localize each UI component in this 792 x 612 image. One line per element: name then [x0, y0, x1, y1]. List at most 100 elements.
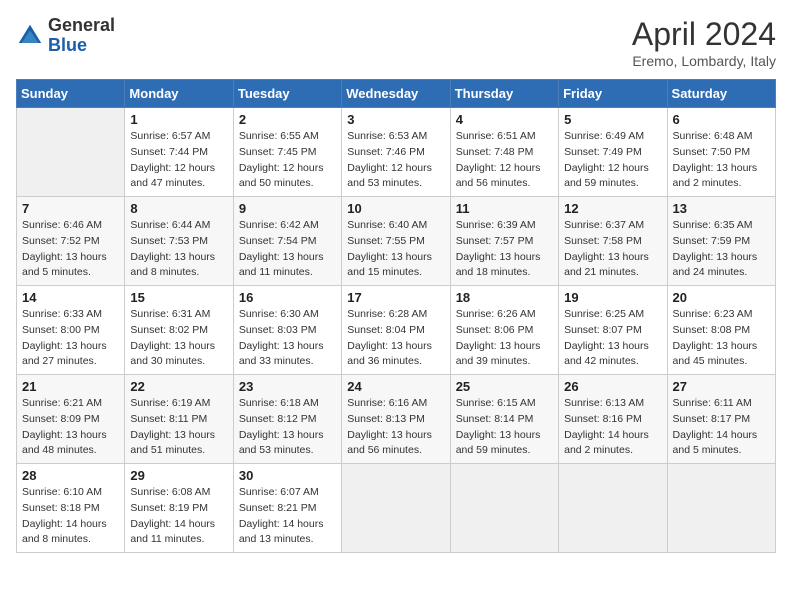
day-number: 20 [673, 290, 770, 305]
week-row-5: 28 Sunrise: 6:10 AM Sunset: 8:18 PM Dayli… [17, 464, 776, 553]
day-info: Sunrise: 6:40 AM Sunset: 7:55 PM Dayligh… [347, 218, 444, 281]
calendar-cell: 2 Sunrise: 6:55 AM Sunset: 7:45 PM Daylig… [233, 108, 341, 197]
calendar-cell: 1Sunrise: 6:57 AM Sunset: 7:44 PM Daylig… [125, 108, 233, 197]
week-row-4: 21 Sunrise: 6:21 AM Sunset: 8:09 PM Dayli… [17, 375, 776, 464]
day-number: 3 [347, 112, 444, 127]
day-info: Sunrise: 6:28 AM Sunset: 8:04 PM Dayligh… [347, 307, 444, 370]
day-info: Sunrise: 6:10 AM Sunset: 8:18 PM Dayligh… [22, 485, 119, 548]
calendar-cell: 8 Sunrise: 6:44 AM Sunset: 7:53 PM Daylig… [125, 197, 233, 286]
day-number: 30 [239, 468, 336, 483]
calendar-cell: 14Sunrise: 6:33 AM Sunset: 8:00 PM Dayli… [17, 286, 125, 375]
day-info: Sunrise: 6:08 AM Sunset: 8:19 PM Dayligh… [130, 485, 227, 548]
calendar-cell: 26 Sunrise: 6:13 AM Sunset: 8:16 PM Dayli… [559, 375, 667, 464]
day-info: Sunrise: 6:31 AM Sunset: 8:02 PM Dayligh… [130, 307, 227, 370]
week-row-1: 1Sunrise: 6:57 AM Sunset: 7:44 PM Daylig… [17, 108, 776, 197]
calendar-cell [559, 464, 667, 553]
logo-text: General Blue [48, 16, 115, 56]
day-number: 25 [456, 379, 553, 394]
day-number: 23 [239, 379, 336, 394]
calendar-cell [450, 464, 558, 553]
day-number: 18 [456, 290, 553, 305]
day-info: Sunrise: 6:30 AM Sunset: 8:03 PM Dayligh… [239, 307, 336, 370]
calendar-cell: 13 Sunrise: 6:35 AM Sunset: 7:59 PM Dayli… [667, 197, 775, 286]
day-number: 8 [130, 201, 227, 216]
calendar-cell: 18Sunrise: 6:26 AM Sunset: 8:06 PM Dayli… [450, 286, 558, 375]
day-info: Sunrise: 6:37 AM Sunset: 7:58 PM Dayligh… [564, 218, 661, 281]
calendar-cell: 12 Sunrise: 6:37 AM Sunset: 7:58 PM Dayli… [559, 197, 667, 286]
day-number: 11 [456, 201, 553, 216]
day-number: 13 [673, 201, 770, 216]
title-block: April 2024 Eremo, Lombardy, Italy [632, 16, 776, 69]
weekday-header-tuesday: Tuesday [233, 80, 341, 108]
day-info: Sunrise: 6:49 AM Sunset: 7:49 PM Dayligh… [564, 129, 661, 192]
day-info: Sunrise: 6:21 AM Sunset: 8:09 PM Dayligh… [22, 396, 119, 459]
calendar-cell: 20 Sunrise: 6:23 AM Sunset: 8:08 PM Dayli… [667, 286, 775, 375]
day-info: Sunrise: 6:23 AM Sunset: 8:08 PM Dayligh… [673, 307, 770, 370]
month-title: April 2024 [632, 16, 776, 53]
calendar-cell: 3 Sunrise: 6:53 AM Sunset: 7:46 PM Daylig… [342, 108, 450, 197]
day-number: 21 [22, 379, 119, 394]
calendar-cell: 29Sunrise: 6:08 AM Sunset: 8:19 PM Dayli… [125, 464, 233, 553]
day-number: 10 [347, 201, 444, 216]
day-number: 26 [564, 379, 661, 394]
calendar-cell [667, 464, 775, 553]
day-number: 19 [564, 290, 661, 305]
week-row-3: 14Sunrise: 6:33 AM Sunset: 8:00 PM Dayli… [17, 286, 776, 375]
day-number: 12 [564, 201, 661, 216]
calendar-cell: 5 Sunrise: 6:49 AM Sunset: 7:49 PM Daylig… [559, 108, 667, 197]
day-number: 24 [347, 379, 444, 394]
logo-icon [16, 22, 44, 50]
week-row-2: 7 Sunrise: 6:46 AM Sunset: 7:52 PM Daylig… [17, 197, 776, 286]
day-info: Sunrise: 6:35 AM Sunset: 7:59 PM Dayligh… [673, 218, 770, 281]
weekday-header-row: SundayMondayTuesdayWednesdayThursdayFrid… [17, 80, 776, 108]
day-info: Sunrise: 6:48 AM Sunset: 7:50 PM Dayligh… [673, 129, 770, 192]
calendar-cell [17, 108, 125, 197]
day-info: Sunrise: 6:53 AM Sunset: 7:46 PM Dayligh… [347, 129, 444, 192]
day-info: Sunrise: 6:19 AM Sunset: 8:11 PM Dayligh… [130, 396, 227, 459]
page-header: General Blue April 2024 Eremo, Lombardy,… [16, 16, 776, 69]
calendar-cell: 19 Sunrise: 6:25 AM Sunset: 8:07 PM Dayli… [559, 286, 667, 375]
day-info: Sunrise: 6:15 AM Sunset: 8:14 PM Dayligh… [456, 396, 553, 459]
day-number: 5 [564, 112, 661, 127]
day-info: Sunrise: 6:25 AM Sunset: 8:07 PM Dayligh… [564, 307, 661, 370]
day-number: 27 [673, 379, 770, 394]
day-info: Sunrise: 6:33 AM Sunset: 8:00 PM Dayligh… [22, 307, 119, 370]
day-number: 16 [239, 290, 336, 305]
day-info: Sunrise: 6:16 AM Sunset: 8:13 PM Dayligh… [347, 396, 444, 459]
day-number: 22 [130, 379, 227, 394]
day-info: Sunrise: 6:07 AM Sunset: 8:21 PM Dayligh… [239, 485, 336, 548]
day-number: 2 [239, 112, 336, 127]
day-number: 9 [239, 201, 336, 216]
day-number: 28 [22, 468, 119, 483]
day-number: 7 [22, 201, 119, 216]
weekday-header-friday: Friday [559, 80, 667, 108]
calendar-cell: 4 Sunrise: 6:51 AM Sunset: 7:48 PM Daylig… [450, 108, 558, 197]
logo-general-text: General [48, 16, 115, 36]
weekday-header-wednesday: Wednesday [342, 80, 450, 108]
day-info: Sunrise: 6:55 AM Sunset: 7:45 PM Dayligh… [239, 129, 336, 192]
calendar-cell: 17 Sunrise: 6:28 AM Sunset: 8:04 PM Dayli… [342, 286, 450, 375]
calendar-cell: 10 Sunrise: 6:40 AM Sunset: 7:55 PM Dayli… [342, 197, 450, 286]
calendar-cell: 22 Sunrise: 6:19 AM Sunset: 8:11 PM Dayli… [125, 375, 233, 464]
calendar-cell: 16 Sunrise: 6:30 AM Sunset: 8:03 PM Dayli… [233, 286, 341, 375]
logo-blue-text: Blue [48, 36, 115, 56]
calendar-cell: 11 Sunrise: 6:39 AM Sunset: 7:57 PM Dayli… [450, 197, 558, 286]
day-info: Sunrise: 6:44 AM Sunset: 7:53 PM Dayligh… [130, 218, 227, 281]
day-info: Sunrise: 6:51 AM Sunset: 7:48 PM Dayligh… [456, 129, 553, 192]
calendar-cell: 7 Sunrise: 6:46 AM Sunset: 7:52 PM Daylig… [17, 197, 125, 286]
calendar-cell: 23Sunrise: 6:18 AM Sunset: 8:12 PM Dayli… [233, 375, 341, 464]
day-info: Sunrise: 6:13 AM Sunset: 8:16 PM Dayligh… [564, 396, 661, 459]
calendar-cell: 28 Sunrise: 6:10 AM Sunset: 8:18 PM Dayli… [17, 464, 125, 553]
logo: General Blue [16, 16, 115, 56]
calendar-cell: 21 Sunrise: 6:21 AM Sunset: 8:09 PM Dayli… [17, 375, 125, 464]
calendar-cell: 9 Sunrise: 6:42 AM Sunset: 7:54 PM Daylig… [233, 197, 341, 286]
day-info: Sunrise: 6:42 AM Sunset: 7:54 PM Dayligh… [239, 218, 336, 281]
day-info: Sunrise: 6:57 AM Sunset: 7:44 PM Dayligh… [130, 129, 227, 192]
day-info: Sunrise: 6:39 AM Sunset: 7:57 PM Dayligh… [456, 218, 553, 281]
calendar-cell: 25 Sunrise: 6:15 AM Sunset: 8:14 PM Dayli… [450, 375, 558, 464]
day-number: 17 [347, 290, 444, 305]
day-number: 4 [456, 112, 553, 127]
day-number: 15 [130, 290, 227, 305]
day-info: Sunrise: 6:46 AM Sunset: 7:52 PM Dayligh… [22, 218, 119, 281]
calendar-cell: 27Sunrise: 6:11 AM Sunset: 8:17 PM Dayli… [667, 375, 775, 464]
